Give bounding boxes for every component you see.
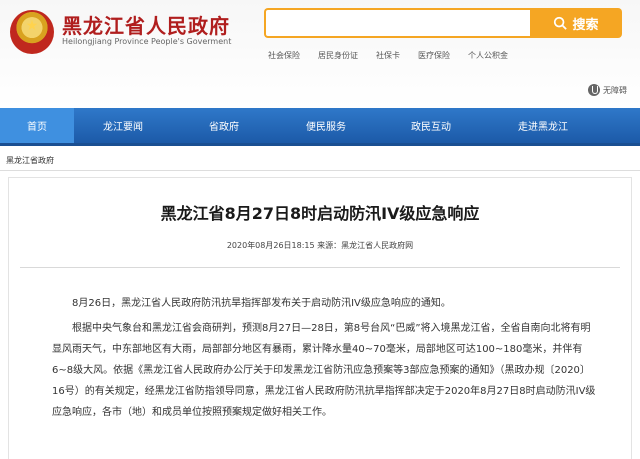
breadcrumb[interactable]: 黑龙江省政府 [6, 155, 54, 166]
search-input[interactable] [266, 10, 530, 36]
main-nav: 首页 龙江要闻 省政府 便民服务 政民互动 走进黑龙江 [0, 108, 640, 146]
search-button-label: 搜索 [572, 17, 599, 33]
site-subtitle: Heilongjiang Province People's Goverment [62, 37, 232, 46]
nav-item-about[interactable]: 走进黑龙江 [486, 108, 600, 143]
accessibility-icon [588, 84, 600, 96]
search-box [264, 8, 530, 38]
quick-link-medical-insurance[interactable]: 医疗保险 [418, 50, 450, 61]
quick-link-id-card[interactable]: 居民身份证 [318, 50, 358, 61]
accessibility-label: 无障碍 [603, 85, 627, 95]
breadcrumb-divider [0, 170, 640, 171]
quick-link-social-insurance[interactable]: 社会保险 [268, 50, 300, 61]
article-body: 8月26日，黑龙江省人民政府防汛抗旱指挥部发布关于启动防汛IV级应急响应的通知。… [52, 293, 598, 427]
nav-item-government[interactable]: 省政府 [172, 108, 276, 143]
nav-item-news[interactable]: 龙江要闻 [74, 108, 172, 143]
search-icon [554, 16, 568, 30]
nav-item-interaction[interactable]: 政民互动 [376, 108, 486, 143]
quick-link-social-card[interactable]: 社保卡 [376, 50, 400, 61]
accessibility-link[interactable]: 无障碍 [588, 84, 627, 96]
quick-link-housing-fund[interactable]: 个人公积金 [468, 50, 508, 61]
site-title[interactable]: 黑龙江省人民政府 [62, 10, 230, 39]
article-title: 黑龙江省8月27日8时启动防汛IV级应急响应 [160, 204, 480, 223]
article-meta: 2020年08月26日18:15 来源：黑龙江省人民政府网 [226, 241, 414, 250]
nav-item-home[interactable]: 首页 [0, 108, 74, 143]
article-paragraph: 8月26日，黑龙江省人民政府防汛抗旱指挥部发布关于启动防汛IV级应急响应的通知。 [72, 298, 451, 309]
nav-item-services[interactable]: 便民服务 [276, 108, 376, 143]
national-emblem-icon: ★ [10, 10, 54, 54]
site-header: ★ 黑龙江省人民政府 Heilongjiang Province People'… [0, 0, 640, 108]
article-divider [20, 267, 620, 268]
search-button[interactable]: 搜索 [530, 8, 622, 38]
quick-links: 社会保险 居民身份证 社保卡 医疗保险 个人公积金 [268, 50, 508, 61]
article-paragraph: 根据中央气象台和黑龙江省会商研判，预测8月27日—28日，第8号台风“巴威”将入… [52, 323, 596, 418]
